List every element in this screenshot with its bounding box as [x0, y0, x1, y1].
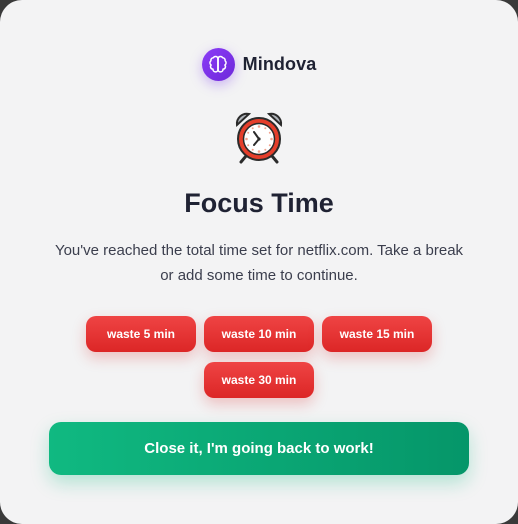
brand-header: Mindova: [0, 48, 518, 81]
limit-message: You've reached the total time set for ne…: [54, 242, 464, 284]
brain-icon: [201, 48, 235, 81]
waste-15-min-button[interactable]: waste 15 min: [322, 316, 432, 352]
block-card: Mindova Focus Time You've reached the to…: [0, 0, 518, 524]
alarm-clock-icon: [0, 110, 518, 164]
waste-time-options: waste 5 min waste 10 min waste 15 min wa…: [60, 316, 458, 398]
page-title: Focus Time: [184, 188, 334, 218]
waste-10-min-button[interactable]: waste 10 min: [204, 316, 314, 352]
back-to-work-button[interactable]: Close it, I'm going back to work!: [49, 422, 469, 475]
brand-name: Mindova: [242, 54, 317, 74]
waste-30-min-button[interactable]: waste 30 min: [204, 362, 314, 398]
waste-5-min-button[interactable]: waste 5 min: [86, 316, 196, 352]
